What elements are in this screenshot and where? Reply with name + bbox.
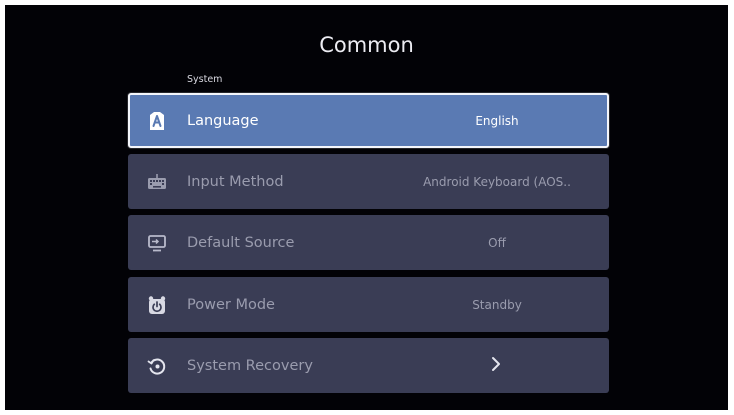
settings-screen: Common System Language English Input Met… xyxy=(5,5,728,410)
setting-row-default-source[interactable]: Default Source Off xyxy=(128,215,609,270)
chevron-right-icon xyxy=(490,356,502,376)
monitor-input-icon xyxy=(146,232,168,254)
setting-label: Language xyxy=(187,112,259,129)
recovery-icon xyxy=(146,355,168,377)
setting-label: Power Mode xyxy=(187,296,275,313)
page-title: Common xyxy=(319,33,414,57)
setting-value: Standby xyxy=(472,297,522,312)
keyboard-icon xyxy=(146,171,168,193)
setting-label: System Recovery xyxy=(187,357,313,374)
setting-row-power-mode[interactable]: Power Mode Standby xyxy=(128,277,609,332)
setting-value: Android Keyboard (AOS.. xyxy=(423,174,571,189)
language-icon xyxy=(146,110,168,132)
setting-value: Off xyxy=(488,235,506,250)
setting-label: Input Method xyxy=(187,173,284,190)
setting-row-input-method[interactable]: Input Method Android Keyboard (AOS.. xyxy=(128,154,609,209)
power-alarm-icon xyxy=(146,294,168,316)
setting-row-system-recovery[interactable]: System Recovery xyxy=(128,338,609,393)
setting-value: English xyxy=(475,113,519,128)
section-label-system: System xyxy=(187,74,223,85)
setting-label: Default Source xyxy=(187,234,295,251)
setting-row-language[interactable]: Language English xyxy=(128,93,609,148)
